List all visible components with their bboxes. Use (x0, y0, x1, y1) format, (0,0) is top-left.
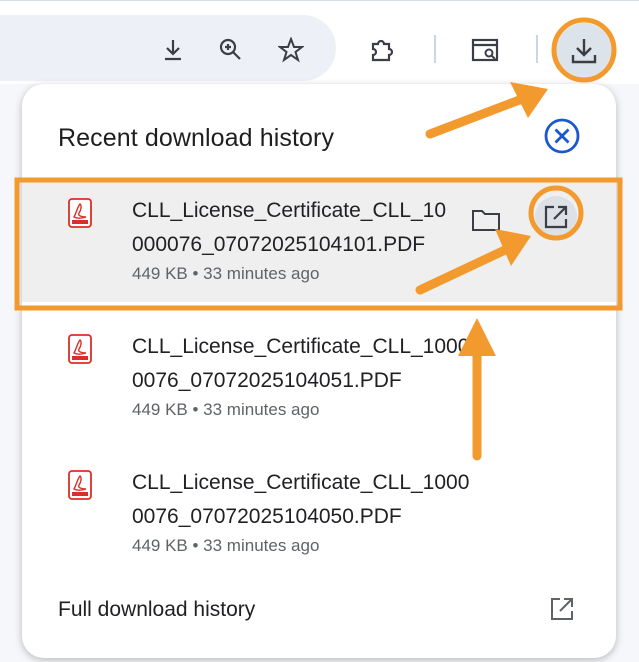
open-file-button[interactable] (535, 196, 577, 238)
download-file-meta: 449 KB • 33 minutes ago (132, 400, 320, 419)
close-button[interactable] (541, 115, 583, 157)
toolbar-separator (434, 35, 436, 63)
downloads-icon[interactable] (556, 23, 612, 79)
extensions-icon[interactable] (366, 34, 398, 66)
open-external-icon (551, 598, 573, 620)
open-external-icon (544, 205, 568, 229)
pdf-file-icon (68, 198, 92, 233)
toolbar-separator (536, 35, 538, 63)
download-icon[interactable] (158, 35, 188, 65)
address-bar[interactable] (0, 15, 336, 81)
download-file-meta: 449 KB • 33 minutes ago (132, 264, 320, 283)
popup-title: Recent download history (58, 124, 335, 152)
screen-search-icon[interactable] (470, 34, 502, 66)
download-item[interactable]: CLL_License_Certificate_CLL_10000076_070… (22, 180, 616, 302)
star-icon[interactable] (276, 35, 306, 65)
show-in-folder-button[interactable] (468, 202, 504, 238)
downloads-popup: Recent download history CLL_License_Cert… (22, 84, 616, 658)
full-download-history-link[interactable]: Full download history (58, 598, 255, 622)
open-history-button[interactable] (549, 596, 575, 627)
folder-icon (472, 210, 500, 231)
close-icon (544, 118, 580, 154)
download-file-name: CLL_License_Certificate_CLL_10000076_070… (132, 335, 470, 392)
download-file-name: CLL_License_Certificate_CLL_10000076_070… (132, 199, 447, 256)
download-item[interactable]: CLL_License_Certificate_CLL_10000076_070… (22, 316, 616, 438)
download-file-name: CLL_License_Certificate_CLL_10000076_070… (132, 471, 470, 528)
download-item[interactable]: CLL_License_Certificate_CLL_10000076_070… (22, 452, 616, 574)
pdf-file-icon (68, 470, 92, 505)
browser-toolbar (0, 0, 639, 84)
download-file-meta: 449 KB • 33 minutes ago (132, 536, 320, 555)
zoom-icon[interactable] (216, 35, 246, 65)
pdf-file-icon (68, 334, 92, 369)
